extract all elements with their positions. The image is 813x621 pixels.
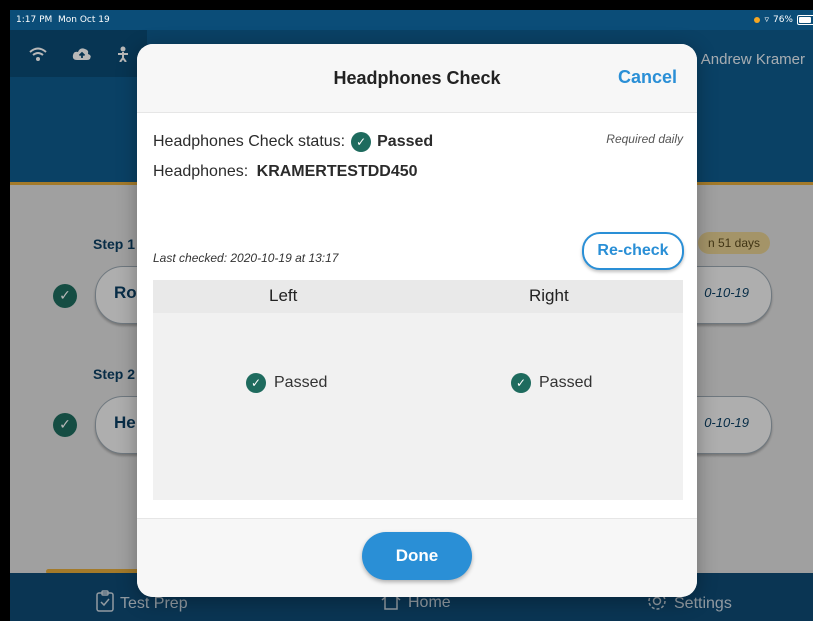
dialog-title: Headphones Check <box>333 68 501 88</box>
results-header: Left Right <box>153 280 683 313</box>
left-result-text: Passed <box>274 374 328 391</box>
wifi-icon: ▿ <box>764 15 769 25</box>
column-left: Left <box>269 286 298 305</box>
required-note: Required daily <box>606 132 683 146</box>
status-value: Passed <box>377 133 434 150</box>
headphones-row: Headphones: KRAMERTESTDD450 <box>153 163 418 181</box>
right-result-text: Passed <box>539 374 593 391</box>
last-checked: Last checked: 2020-10-19 at 13:17 <box>153 251 339 265</box>
app-screen: 1:17 PM Mon Oct 19 ▿ 76% Andrew Kramer S… <box>10 10 813 621</box>
headphones-check-dialog: Headphones Check Cancel Headphones Check… <box>137 44 697 597</box>
done-button[interactable]: Done <box>362 532 472 580</box>
check-icon: ✓ <box>511 373 531 393</box>
headphones-label: Headphones: <box>153 163 249 180</box>
battery-icon <box>797 15 813 25</box>
check-icon: ✓ <box>351 132 372 152</box>
check-status-row: Headphones Check status: ✓ Passed <box>153 132 433 152</box>
status-label: Headphones Check status: <box>153 133 346 150</box>
status-time: 1:17 PM <box>16 15 53 25</box>
status-date: Mon Oct 19 <box>58 15 110 25</box>
results-table: Left Right ✓ Passed ✓ Passed <box>153 280 683 500</box>
right-result: ✓ Passed <box>511 373 592 393</box>
recording-dot-icon <box>754 17 761 23</box>
column-right: Right <box>529 286 569 305</box>
headphones-value: KRAMERTESTDD450 <box>256 163 418 180</box>
battery-percent: 76% <box>772 15 793 25</box>
left-result: ✓ Passed <box>246 373 327 393</box>
recheck-button[interactable]: Re-check <box>582 232 684 270</box>
cancel-button[interactable]: Cancel <box>618 67 677 88</box>
status-bar: 1:17 PM Mon Oct 19 ▿ 76% <box>10 10 813 30</box>
check-icon: ✓ <box>246 373 266 393</box>
dialog-header: Headphones Check Cancel <box>137 44 697 113</box>
